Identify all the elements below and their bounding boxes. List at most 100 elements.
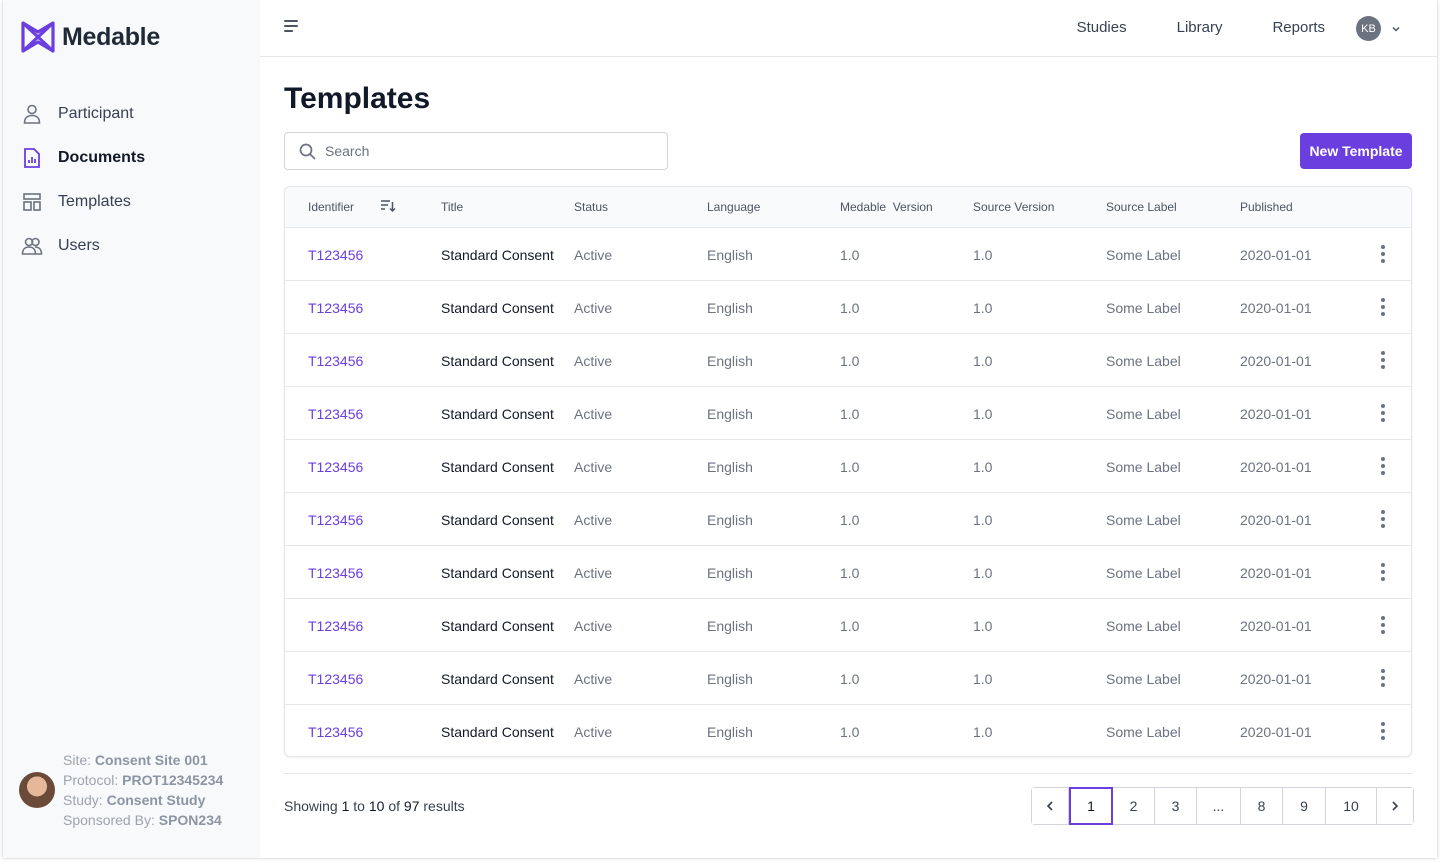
- nav-link-reports[interactable]: Reports: [1272, 19, 1325, 36]
- more-options-icon[interactable]: [1379, 298, 1387, 316]
- sidebar-item-templates[interactable]: Templates: [21, 180, 145, 224]
- cell-status: Active: [574, 512, 613, 528]
- user-avatar: KB: [1356, 16, 1381, 41]
- more-options-icon[interactable]: [1379, 722, 1387, 740]
- templates-table: Identifier Title Status Language Medable…: [284, 186, 1412, 757]
- prev-page-button[interactable]: [1032, 788, 1069, 824]
- cell-identifier[interactable]: T123456: [308, 406, 363, 422]
- column-header-published[interactable]: Published: [1240, 200, 1293, 214]
- more-options-icon[interactable]: [1379, 457, 1387, 475]
- sidebar-item-users[interactable]: Users: [21, 224, 145, 268]
- sidebar-item-participant[interactable]: Participant: [21, 92, 145, 136]
- cell-medable-version: 1.0: [840, 353, 860, 369]
- more-options-icon[interactable]: [1379, 563, 1387, 581]
- cell-language: English: [707, 353, 753, 369]
- column-header-language[interactable]: Language: [707, 200, 760, 214]
- cell-title: Standard Consent: [441, 459, 554, 475]
- column-header-source-label[interactable]: Source Label: [1106, 200, 1177, 214]
- page-button-8[interactable]: 8: [1241, 788, 1283, 824]
- cell-source-label: Some Label: [1106, 459, 1181, 475]
- cell-source-version: 1.0: [973, 247, 993, 263]
- column-header-source-version[interactable]: Source Version: [973, 200, 1054, 214]
- page-button-10[interactable]: 10: [1326, 788, 1377, 824]
- menu-icon[interactable]: [284, 20, 300, 34]
- cell-identifier[interactable]: T123456: [308, 459, 363, 475]
- new-template-button[interactable]: New Template: [1300, 133, 1412, 169]
- users-icon: [21, 237, 43, 255]
- cell-published: 2020-01-01: [1240, 512, 1312, 528]
- cell-language: English: [707, 565, 753, 581]
- table-row[interactable]: T123456 Standard Consent Active English 1.0 1…: [285, 652, 1411, 705]
- cell-identifier[interactable]: T123456: [308, 618, 363, 634]
- cell-title: Standard Consent: [441, 247, 554, 263]
- cell-language: English: [707, 724, 753, 740]
- cell-published: 2020-01-01: [1240, 353, 1312, 369]
- app-window: Medable Participant Documents Templates: [3, 0, 1437, 858]
- cell-title: Standard Consent: [441, 406, 554, 422]
- chevron-left-icon: [1046, 801, 1053, 811]
- table-row[interactable]: T123456 Standard Consent Active English 1.0 1…: [285, 440, 1411, 493]
- nav-link-studies[interactable]: Studies: [1077, 19, 1127, 36]
- column-header-status[interactable]: Status: [574, 200, 608, 214]
- table-row[interactable]: T123456 Standard Consent Active English 1.0 1…: [285, 228, 1411, 281]
- table-row[interactable]: T123456 Standard Consent Active English 1.0 1…: [285, 493, 1411, 546]
- cell-identifier[interactable]: T123456: [308, 353, 363, 369]
- table-row[interactable]: T123456 Standard Consent Active English 1.0 1…: [285, 281, 1411, 334]
- column-header-identifier[interactable]: Identifier: [308, 200, 354, 214]
- cell-identifier[interactable]: T123456: [308, 512, 363, 528]
- cell-medable-version: 1.0: [840, 512, 860, 528]
- table-row[interactable]: T123456 Standard Consent Active English 1.0 1…: [285, 387, 1411, 440]
- cell-identifier[interactable]: T123456: [308, 247, 363, 263]
- results-to: 10: [368, 798, 385, 814]
- cell-identifier[interactable]: T123456: [308, 300, 363, 316]
- more-options-icon[interactable]: [1379, 351, 1387, 369]
- more-options-icon[interactable]: [1379, 616, 1387, 634]
- cell-source-version: 1.0: [973, 618, 993, 634]
- cell-source-version: 1.0: [973, 724, 993, 740]
- column-header-title[interactable]: Title: [441, 200, 463, 214]
- brand[interactable]: Medable: [20, 20, 160, 54]
- page-button-3[interactable]: 3: [1155, 788, 1197, 824]
- sort-icon[interactable]: [380, 199, 396, 213]
- more-options-icon[interactable]: [1379, 404, 1387, 422]
- more-options-icon[interactable]: [1379, 245, 1387, 263]
- medable-logo-icon: [21, 21, 55, 53]
- results-to-text: to: [353, 798, 365, 814]
- cell-identifier[interactable]: T123456: [308, 671, 363, 687]
- avatar[interactable]: [19, 772, 55, 808]
- cell-source-label: Some Label: [1106, 353, 1181, 369]
- cell-title: Standard Consent: [441, 724, 554, 740]
- cell-language: English: [707, 671, 753, 687]
- table-row[interactable]: T123456 Standard Consent Active English 1.0 1…: [285, 705, 1411, 756]
- page-button-2[interactable]: 2: [1113, 788, 1155, 824]
- results-from: 1: [341, 798, 350, 814]
- nav-link-library[interactable]: Library: [1177, 19, 1223, 36]
- cell-published: 2020-01-01: [1240, 459, 1312, 475]
- more-options-icon[interactable]: [1379, 669, 1387, 687]
- table-row[interactable]: T123456 Standard Consent Active English 1.0 1…: [285, 334, 1411, 387]
- sidebar-item-label: Participant: [58, 105, 134, 122]
- results-summary: Showing 1 to 10 of 97 results: [284, 798, 465, 814]
- cell-identifier[interactable]: T123456: [308, 724, 363, 740]
- search-input[interactable]: [325, 143, 645, 159]
- cell-identifier[interactable]: T123456: [308, 565, 363, 581]
- divider: [284, 773, 1412, 774]
- user-menu[interactable]: KB: [1356, 16, 1401, 41]
- cell-title: Standard Consent: [441, 671, 554, 687]
- cell-title: Standard Consent: [441, 618, 554, 634]
- table-row[interactable]: T123456 Standard Consent Active English 1.0 1…: [285, 546, 1411, 599]
- next-page-button[interactable]: [1377, 788, 1413, 824]
- study-value: Consent Study: [106, 792, 206, 808]
- page-button-1[interactable]: 1: [1069, 787, 1113, 825]
- cell-medable-version: 1.0: [840, 247, 860, 263]
- cell-source-version: 1.0: [973, 300, 993, 316]
- cell-title: Standard Consent: [441, 512, 554, 528]
- sidebar: Medable Participant Documents Templates: [3, 0, 260, 858]
- more-options-icon[interactable]: [1379, 510, 1387, 528]
- sidebar-item-documents[interactable]: Documents: [21, 136, 145, 180]
- site-info: Site: Consent Site 001 Protocol: PROT123…: [19, 750, 223, 830]
- table-row[interactable]: T123456 Standard Consent Active English 1.0 1…: [285, 599, 1411, 652]
- column-header-medable-version[interactable]: Medable Version: [840, 200, 933, 214]
- page-button-9[interactable]: 9: [1283, 788, 1326, 824]
- brand-name: Medable: [62, 22, 160, 51]
